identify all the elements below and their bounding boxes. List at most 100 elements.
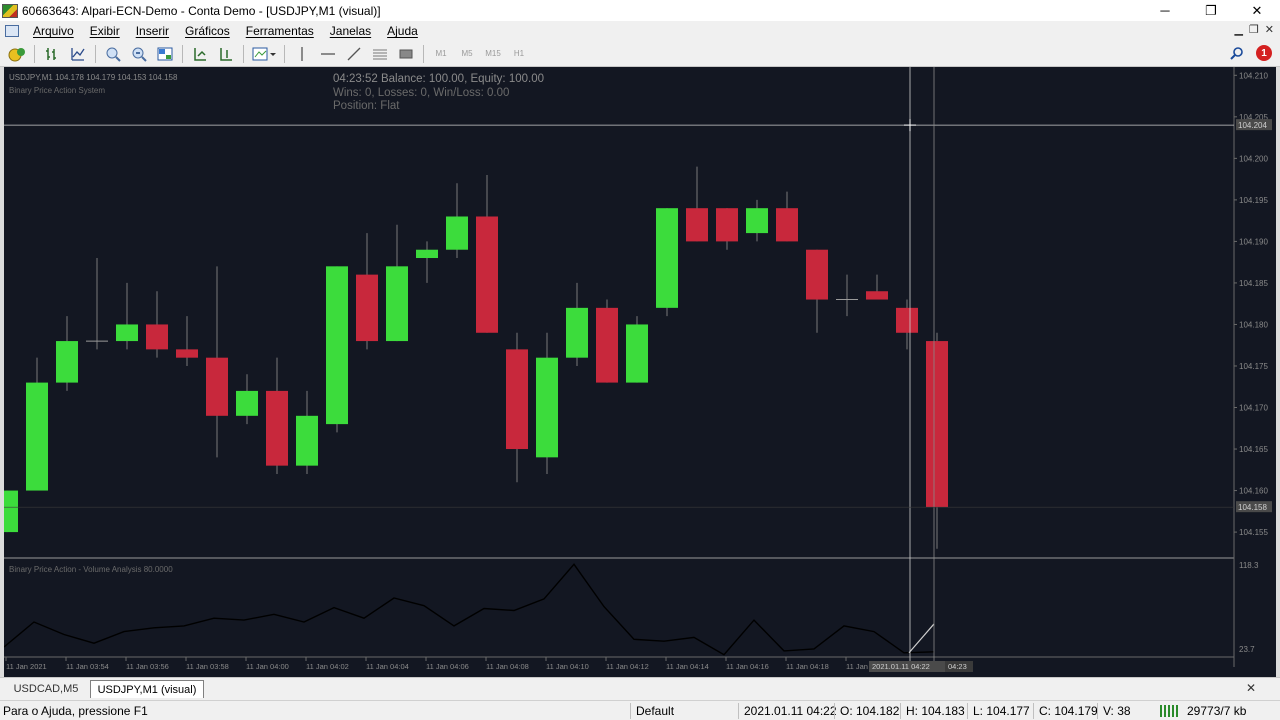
volume-analysis-line-current: [908, 623, 935, 654]
time-axis-label: 11 Jan 04:12: [606, 662, 649, 671]
time-axis-label: 11 Jan 04:00: [246, 662, 289, 671]
candlestick[interactable]: [446, 183, 468, 259]
candle-body-bull: [416, 249, 438, 259]
zoom-out-icon[interactable]: [128, 43, 150, 65]
candle-body-bear: [506, 349, 528, 450]
candlestick[interactable]: [26, 357, 48, 491]
line-chart-icon[interactable]: [67, 43, 89, 65]
zoom-in-icon[interactable]: [102, 43, 124, 65]
metatrader-app-icon: [2, 3, 18, 18]
crosshair-time-label: 2021.01.11 04:22: [872, 662, 930, 671]
candle-body-bear: [866, 291, 888, 300]
candlestick[interactable]: [896, 299, 918, 350]
candlestick[interactable]: [476, 174, 498, 333]
close-tab-icon[interactable]: ✕: [1246, 681, 1256, 695]
candlestick[interactable]: [416, 241, 438, 283]
menu-ferramentas[interactable]: Ferramentas: [238, 24, 322, 38]
tab-usdjpy-m1-visual[interactable]: USDJPY,M1 (visual): [90, 680, 204, 698]
menu-bar: Arquivo Exibir Inserir Gráficos Ferramen…: [0, 21, 1280, 41]
candlestick[interactable]: [776, 191, 798, 242]
trendline-icon[interactable]: [343, 43, 365, 65]
connection-status-icon[interactable]: [1160, 705, 1180, 717]
candlestick[interactable]: [146, 291, 168, 358]
candlestick[interactable]: [4, 490, 18, 533]
status-volume: V: 38: [1103, 704, 1131, 718]
toolbar-divider: [423, 44, 424, 63]
bid-price-label: 104.158: [1238, 503, 1267, 512]
child-close-icon[interactable]: ✕: [1265, 23, 1274, 36]
candlestick[interactable]: [296, 390, 318, 474]
notification-badge[interactable]: 1: [1256, 45, 1272, 61]
vertical-line-icon[interactable]: [291, 43, 313, 65]
menu-ajuda[interactable]: Ajuda: [379, 24, 426, 38]
candle-body-bear: [926, 341, 948, 508]
menu-janelas[interactable]: Janelas: [322, 24, 379, 38]
child-minimize-icon[interactable]: ▁: [1234, 23, 1242, 36]
candlestick[interactable]: [356, 233, 378, 350]
candlestick[interactable]: [596, 299, 618, 383]
candlestick[interactable]: [86, 258, 108, 350]
candlestick[interactable]: [506, 332, 528, 483]
volume-axis-label: 118.3: [1239, 561, 1259, 570]
candlestick[interactable]: [836, 274, 858, 317]
candlestick[interactable]: [206, 266, 228, 458]
timeframe-m1-button[interactable]: M1: [430, 44, 452, 64]
rectangle-icon[interactable]: [395, 43, 417, 65]
candlestick[interactable]: [176, 316, 198, 366]
child-restore-icon[interactable]: ❐: [1249, 23, 1259, 36]
tab-usdcad-m5[interactable]: USDCAD,M5: [4, 680, 88, 698]
horizontal-line-icon[interactable]: [317, 43, 339, 65]
close-button[interactable]: ✕: [1234, 0, 1280, 21]
minimize-button[interactable]: ─: [1142, 0, 1188, 21]
profile-name[interactable]: Default: [636, 704, 674, 718]
candle-body-bear: [596, 307, 618, 383]
candle-body-bear: [146, 324, 168, 350]
candlestick[interactable]: [386, 224, 408, 342]
candlestick[interactable]: [746, 199, 768, 242]
chart-canvas[interactable]: 104.210104.205104.200104.195104.190104.1…: [4, 67, 1276, 677]
menu-arquivo[interactable]: Arquivo: [25, 24, 82, 38]
candlestick[interactable]: [566, 282, 588, 366]
candlestick[interactable]: [686, 166, 708, 242]
tile-windows-icon[interactable]: [154, 43, 176, 65]
candlestick[interactable]: [656, 208, 678, 317]
price-axis-label: 104.190: [1239, 237, 1268, 246]
chart-tab-bar: USDCAD,M5 USDJPY,M1 (visual) ✕: [0, 677, 1280, 699]
candle-body-bull: [56, 341, 78, 383]
candle-body-bull: [326, 266, 348, 425]
menu-inserir[interactable]: Inserir: [128, 24, 177, 38]
candlestick[interactable]: [236, 374, 258, 425]
candlestick[interactable]: [56, 316, 78, 391]
timeframe-m15-button[interactable]: M15: [482, 44, 504, 64]
price-axis-label: 104.175: [1239, 362, 1268, 371]
candlestick[interactable]: [866, 274, 888, 300]
candlestick[interactable]: [806, 249, 828, 333]
menu-graficos[interactable]: Gráficos: [177, 24, 238, 38]
candle-body-bear: [686, 208, 708, 242]
auto-scroll-icon[interactable]: [189, 43, 211, 65]
candlestick[interactable]: [626, 316, 648, 383]
time-axis-label: 11 Jan 04:18: [786, 662, 829, 671]
chart-shift-icon[interactable]: [215, 43, 237, 65]
candlestick[interactable]: [116, 282, 138, 350]
price-axis-label: 104.170: [1239, 404, 1268, 413]
chart-window-icon[interactable]: [5, 25, 19, 37]
indicators-dropdown-icon[interactable]: [250, 43, 278, 65]
candlestick[interactable]: [536, 332, 558, 474]
bar-chart-icon[interactable]: [41, 43, 63, 65]
channel-icon[interactable]: [369, 43, 391, 65]
search-icon[interactable]: [1230, 46, 1244, 60]
new-order-icon[interactable]: [6, 43, 28, 65]
menu-exibir[interactable]: Exibir: [82, 24, 128, 38]
price-axis-label: 104.160: [1239, 487, 1268, 496]
timeframe-h1-button[interactable]: H1: [508, 44, 530, 64]
candlestick[interactable]: [716, 208, 738, 250]
candlestick[interactable]: [326, 266, 348, 433]
chart-area[interactable]: 104.210 104.205 104.200 104.195 104.190 104.1…: [0, 67, 1280, 677]
crosshair-cursor-icon: [904, 119, 916, 132]
candlestick[interactable]: [266, 357, 288, 474]
restore-button[interactable]: ❐: [1188, 0, 1234, 21]
time-axis-label: 11 Jan 04:04: [366, 662, 409, 671]
candlestick[interactable]: [926, 332, 948, 549]
timeframe-m5-button[interactable]: M5: [456, 44, 478, 64]
